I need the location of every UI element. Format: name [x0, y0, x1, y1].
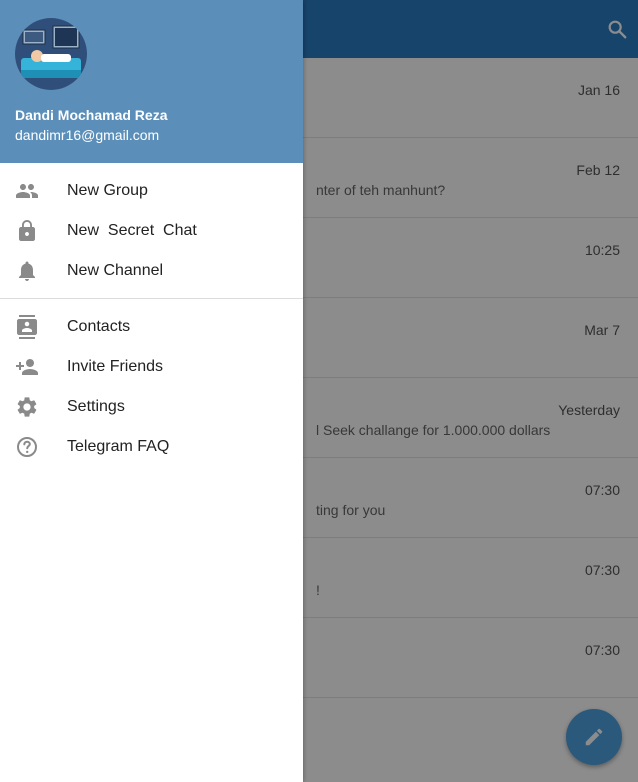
menu-item-settings[interactable]: Settings: [0, 387, 303, 427]
lock-icon: [15, 219, 39, 243]
help-icon: [15, 435, 39, 459]
menu-item-label: Contacts: [67, 318, 131, 335]
contacts-icon: [15, 315, 39, 339]
add-person-icon: [15, 355, 39, 379]
menu-item-contacts[interactable]: Contacts: [0, 307, 303, 347]
menu-item-label: New Secret Chat: [67, 222, 197, 239]
drawer-header: Dandi Mochamad Reza dandimr16@gmail.com: [0, 0, 303, 163]
menu-item-invite-friends[interactable]: Invite Friends: [0, 347, 303, 387]
gear-icon: [15, 395, 39, 419]
menu-item-telegram-faq[interactable]: Telegram FAQ: [0, 427, 303, 467]
menu-divider: [0, 298, 303, 299]
menu-item-label: New Channel: [67, 262, 164, 279]
drawer-menu: New Group New Secret Chat New Channel Co…: [0, 163, 303, 467]
user-name: Dandi Mochamad Reza: [15, 107, 168, 123]
bell-icon: [15, 259, 39, 283]
menu-item-label: Telegram FAQ: [67, 438, 170, 455]
menu-item-new-secret-chat[interactable]: New Secret Chat: [0, 211, 303, 251]
user-email: dandimr16@gmail.com: [15, 127, 160, 143]
menu-item-label: Invite Friends: [67, 358, 164, 375]
menu-item-new-group[interactable]: New Group: [0, 171, 303, 211]
group-icon: [15, 179, 39, 203]
avatar[interactable]: [15, 18, 87, 90]
menu-item-label: Settings: [67, 398, 125, 415]
navigation-drawer: Dandi Mochamad Reza dandimr16@gmail.com …: [0, 0, 303, 782]
menu-item-new-channel[interactable]: New Channel: [0, 251, 303, 291]
menu-item-label: New Group: [67, 182, 148, 199]
